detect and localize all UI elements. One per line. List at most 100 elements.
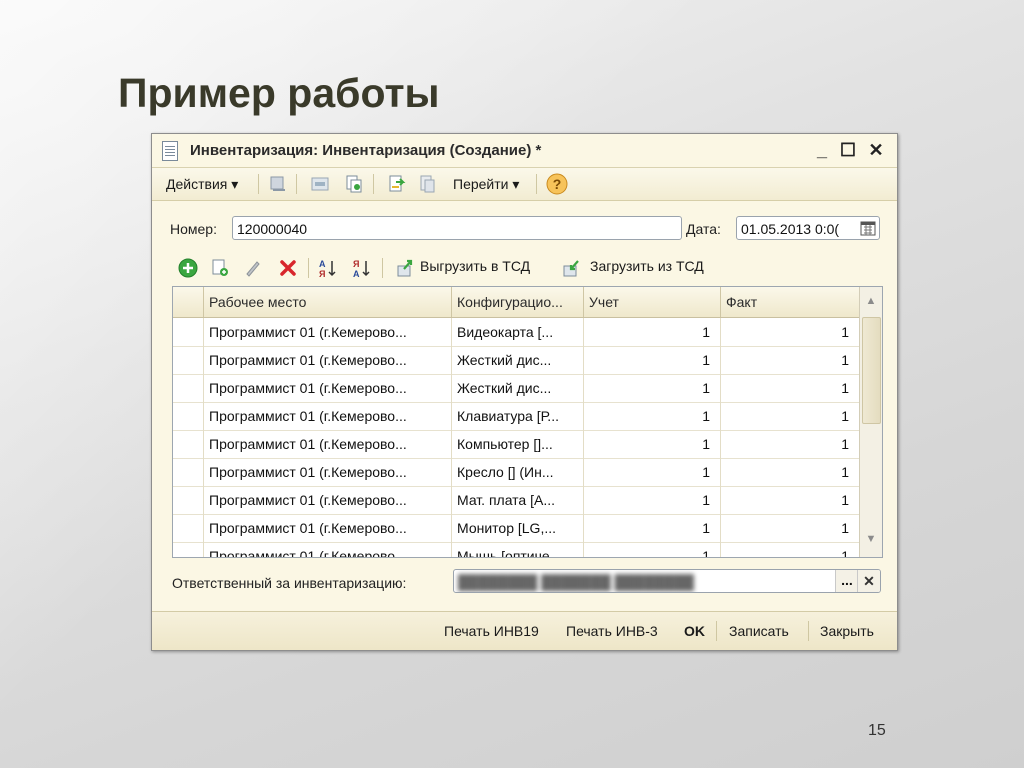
export-label: Выгрузить в ТСД <box>420 258 531 274</box>
window-footer: Печать ИНВ19 Печать ИНВ-3 OK Записать За… <box>152 611 897 650</box>
row-marker <box>173 374 204 402</box>
cell-configuration: Компьютер []... <box>452 430 584 458</box>
row-marker <box>173 542 204 557</box>
column-header-workplace[interactable]: Рабочее место <box>204 287 452 317</box>
scroll-up-icon[interactable]: ▲ <box>860 289 882 313</box>
window-title: Инвентаризация: Инвентаризация (Создание… <box>190 142 542 159</box>
print-inv3-button[interactable]: Печать ИНВ-3 <box>566 623 658 639</box>
cell-workplace: Программист 01 (г.Кемерово... <box>204 514 452 542</box>
column-header-fact[interactable]: Факт <box>721 287 859 317</box>
cell-fact: 1 <box>841 408 849 424</box>
cell-workplace: Программист 01 (г.Кемерово... <box>204 346 452 374</box>
toolbar-separator <box>308 258 309 278</box>
row-marker <box>173 402 204 430</box>
cell-workplace: Программист 01 (г.Кемерово... <box>204 402 452 430</box>
cell-fact: 1 <box>841 548 849 558</box>
cell-fact: 1 <box>841 324 849 340</box>
export-icon <box>397 259 413 277</box>
import-from-tsd-button[interactable]: Загрузить из ТСД <box>560 254 730 282</box>
cell-configuration: Клавиатура [Р... <box>452 402 584 430</box>
cell-accounting: 1 <box>584 402 721 430</box>
document-icon <box>162 141 178 161</box>
post-icon[interactable] <box>269 175 287 193</box>
column-header-accounting[interactable]: Учет <box>584 287 721 317</box>
cell-accounting: 1 <box>584 374 721 402</box>
table-scrollbar[interactable]: ▲ ▼ <box>859 287 882 557</box>
date-label: Дата: <box>686 221 721 237</box>
cell-workplace: Программист 01 (г.Кемерово... <box>204 374 452 402</box>
table-row[interactable]: Программист 01 (г.Кемерово... Видеокарта… <box>173 318 859 347</box>
table-row[interactable]: Программист 01 (г.Кемерово... Жесткий ди… <box>173 374 859 403</box>
table-row[interactable]: Программист 01 (г.Кемерово... Мышь [опти… <box>173 542 859 558</box>
add-row-icon[interactable] <box>178 258 198 278</box>
cell-accounting: 1 <box>584 458 721 486</box>
slide-title: Пример работы <box>118 70 440 116</box>
cell-workplace: Программист 01 (г.Кемерово... <box>204 458 452 486</box>
select-responsible-button[interactable]: ... <box>835 570 858 592</box>
maximize-button[interactable]: ☐ <box>838 140 858 160</box>
number-field[interactable]: 120000040 <box>232 216 682 240</box>
window-titlebar[interactable]: Инвентаризация: Инвентаризация (Создание… <box>152 134 897 168</box>
responsible-value: ████████ ███████ ████████ <box>458 574 694 590</box>
svg-text:?: ? <box>553 176 562 192</box>
footer-separator <box>716 621 717 641</box>
cell-fact: 1 <box>841 464 849 480</box>
cell-accounting: 1 <box>584 486 721 514</box>
svg-text:Я: Я <box>319 269 325 278</box>
print-inv19-button[interactable]: Печать ИНВ19 <box>444 623 539 639</box>
date-field[interactable]: 01.05.2013 0:0( <box>736 216 880 240</box>
toolbar-separator <box>373 174 374 194</box>
inventory-table: Рабочее место Конфигурацио... Учет Факт … <box>172 286 883 558</box>
toolbar-separator <box>536 174 537 194</box>
cell-workplace: Программист 01 (г.Кемерово... <box>204 542 452 557</box>
toolbar-separator <box>296 174 297 194</box>
cell-workplace: Программист 01 (г.Кемерово... <box>204 318 452 346</box>
save-button[interactable]: Записать <box>729 623 789 639</box>
table-row[interactable]: Программист 01 (г.Кемерово... Монитор [L… <box>173 514 859 543</box>
structure-icon[interactable] <box>418 175 436 193</box>
help-icon[interactable]: ? <box>546 173 568 195</box>
cell-fact: 1 <box>841 492 849 508</box>
cell-accounting: 1 <box>584 318 721 346</box>
delete-row-icon[interactable] <box>278 258 298 278</box>
table-row[interactable]: Программист 01 (г.Кемерово... Жесткий ди… <box>173 346 859 375</box>
table-row[interactable]: Программист 01 (г.Кемерово... Мат. плата… <box>173 486 859 515</box>
copy-document-icon[interactable] <box>345 175 363 193</box>
cell-configuration: Жесткий дис... <box>452 346 584 374</box>
row-marker <box>173 318 204 346</box>
table-row[interactable]: Программист 01 (г.Кемерово... Компьютер … <box>173 430 859 459</box>
column-header-configuration[interactable]: Конфигурацио... <box>452 287 584 317</box>
actions-menu[interactable]: Действия ▾ <box>166 176 238 193</box>
movements-icon[interactable] <box>388 175 406 193</box>
sort-ascending-icon[interactable]: А Я <box>318 258 338 278</box>
ok-button[interactable]: OK <box>684 623 705 639</box>
table-row[interactable]: Программист 01 (г.Кемерово... Кресло [] … <box>173 458 859 487</box>
cell-configuration: Мышь [оптиче... <box>452 542 584 557</box>
cell-configuration: Жесткий дис... <box>452 374 584 402</box>
scroll-down-icon[interactable]: ▼ <box>860 527 882 551</box>
scroll-thumb[interactable] <box>862 317 881 424</box>
cell-configuration: Видеокарта [... <box>452 318 584 346</box>
row-marker <box>173 430 204 458</box>
calendar-icon[interactable] <box>860 220 876 236</box>
svg-text:А: А <box>319 259 326 269</box>
sort-descending-icon[interactable]: Я А <box>352 258 372 278</box>
copy-row-icon[interactable] <box>210 258 230 278</box>
clear-responsible-button[interactable]: ✕ <box>857 570 880 592</box>
minimize-button[interactable]: _ <box>812 140 832 160</box>
toolbar-separator <box>258 174 259 194</box>
goto-menu[interactable]: Перейти ▾ <box>453 176 519 193</box>
close-button[interactable]: ✕ <box>866 140 886 160</box>
cell-fact: 1 <box>841 520 849 536</box>
cell-accounting: 1 <box>584 346 721 374</box>
cell-configuration: Монитор [LG,... <box>452 514 584 542</box>
cell-workplace: Программист 01 (г.Кемерово... <box>204 486 452 514</box>
edit-row-icon[interactable] <box>243 258 263 278</box>
row-marker <box>173 458 204 486</box>
list-view-icon[interactable] <box>311 175 329 193</box>
table-row[interactable]: Программист 01 (г.Кемерово... Клавиатура… <box>173 402 859 431</box>
date-value: 01.05.2013 0:0( <box>741 221 840 237</box>
close-form-button[interactable]: Закрыть <box>820 623 874 639</box>
responsible-field[interactable]: ████████ ███████ ████████ ... ✕ <box>453 569 881 593</box>
export-to-tsd-button[interactable]: Выгрузить в ТСД <box>392 254 552 282</box>
